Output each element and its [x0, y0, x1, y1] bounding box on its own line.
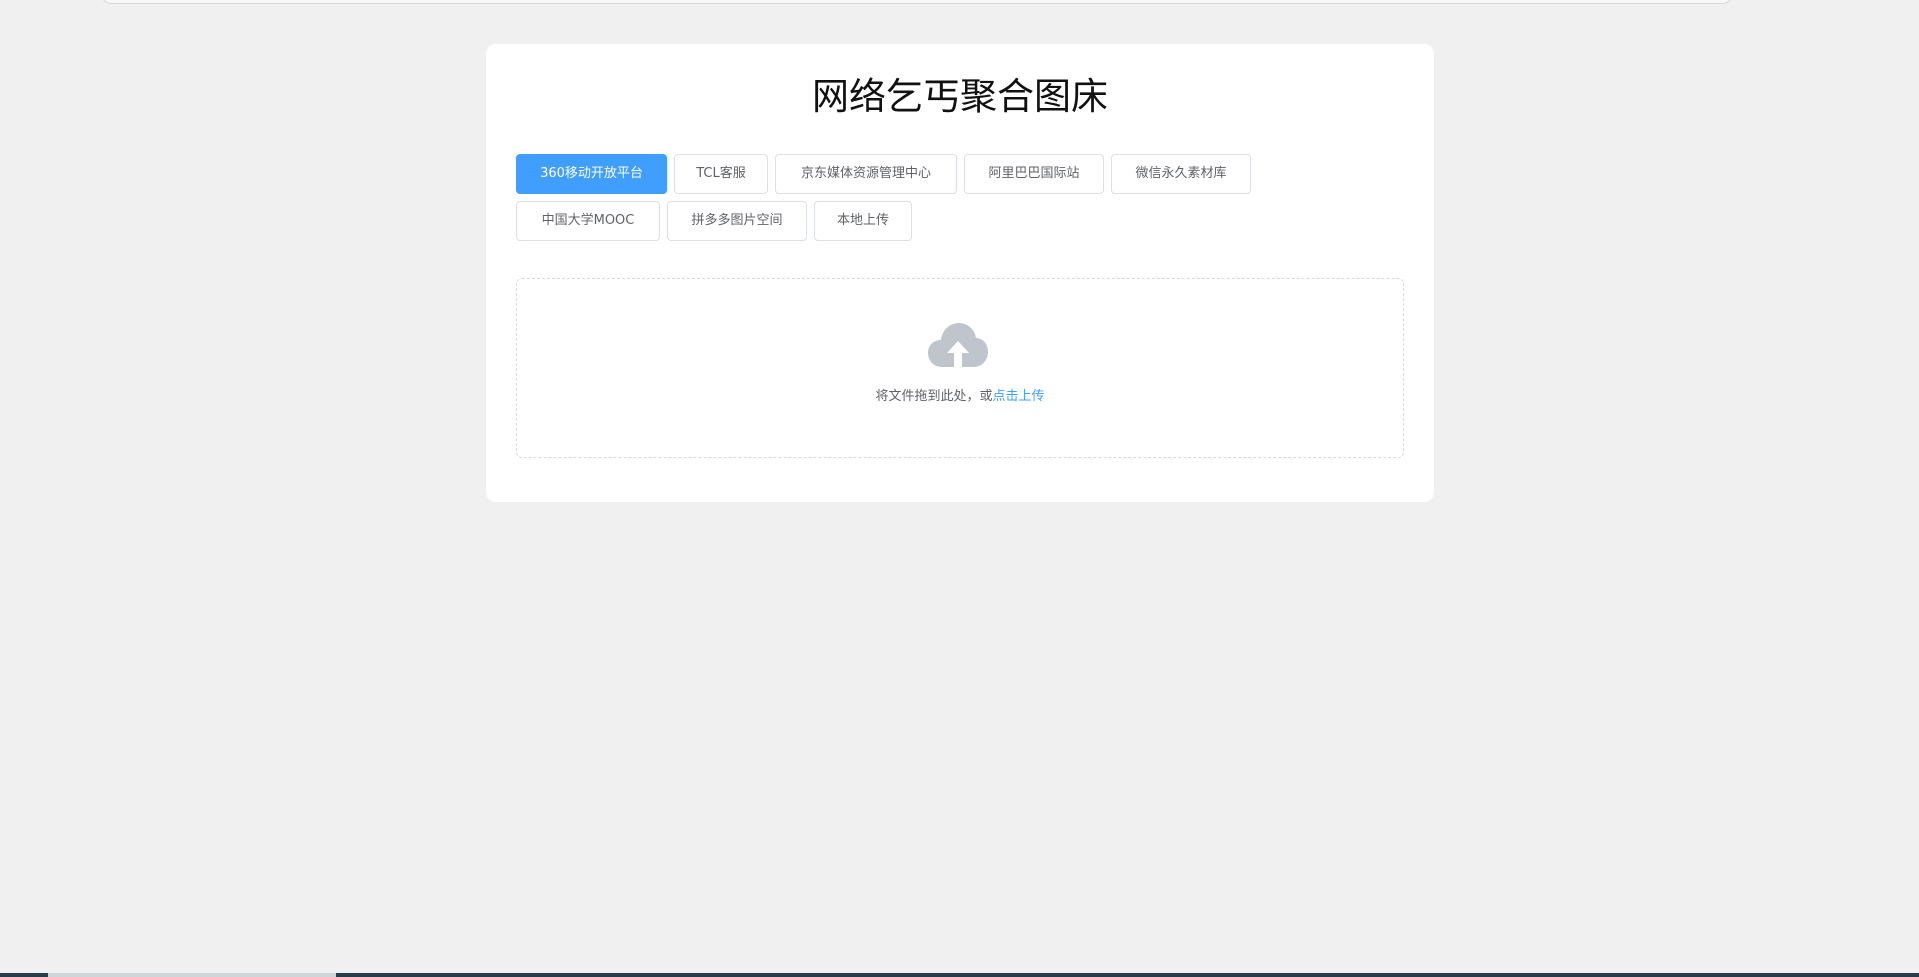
taskbar-active-segment: [48, 973, 336, 977]
platform-tab-pinduoduo[interactable]: 拼多多图片空间: [667, 201, 807, 241]
upload-click-link[interactable]: 点击上传: [993, 389, 1045, 404]
platform-tab-local[interactable]: 本地上传: [814, 201, 912, 241]
platform-tab-jd[interactable]: 京东媒体资源管理中心: [775, 154, 957, 194]
upload-hint: 将文件拖到此处，或点击上传: [517, 387, 1403, 407]
main-card: 网络乞丐聚合图床 360移动开放平台 TCL客服 京东媒体资源管理中心 阿里巴巴…: [486, 44, 1434, 502]
upload-dropzone[interactable]: 将文件拖到此处，或点击上传: [516, 278, 1404, 458]
upload-hint-text: 将文件拖到此处，或: [875, 389, 993, 404]
platform-tab-360[interactable]: 360移动开放平台: [516, 154, 667, 194]
cloud-upload-icon: [928, 323, 988, 367]
platform-tab-mooc[interactable]: 中国大学MOOC: [516, 201, 660, 241]
browser-top-edge: [100, 0, 1734, 4]
platform-tab-alibaba[interactable]: 阿里巴巴国际站: [964, 154, 1104, 194]
page-title: 网络乞丐聚合图床: [812, 75, 1108, 118]
platform-tab-tcl[interactable]: TCL客服: [674, 154, 768, 194]
platform-tab-wechat[interactable]: 微信永久素材库: [1111, 154, 1251, 194]
